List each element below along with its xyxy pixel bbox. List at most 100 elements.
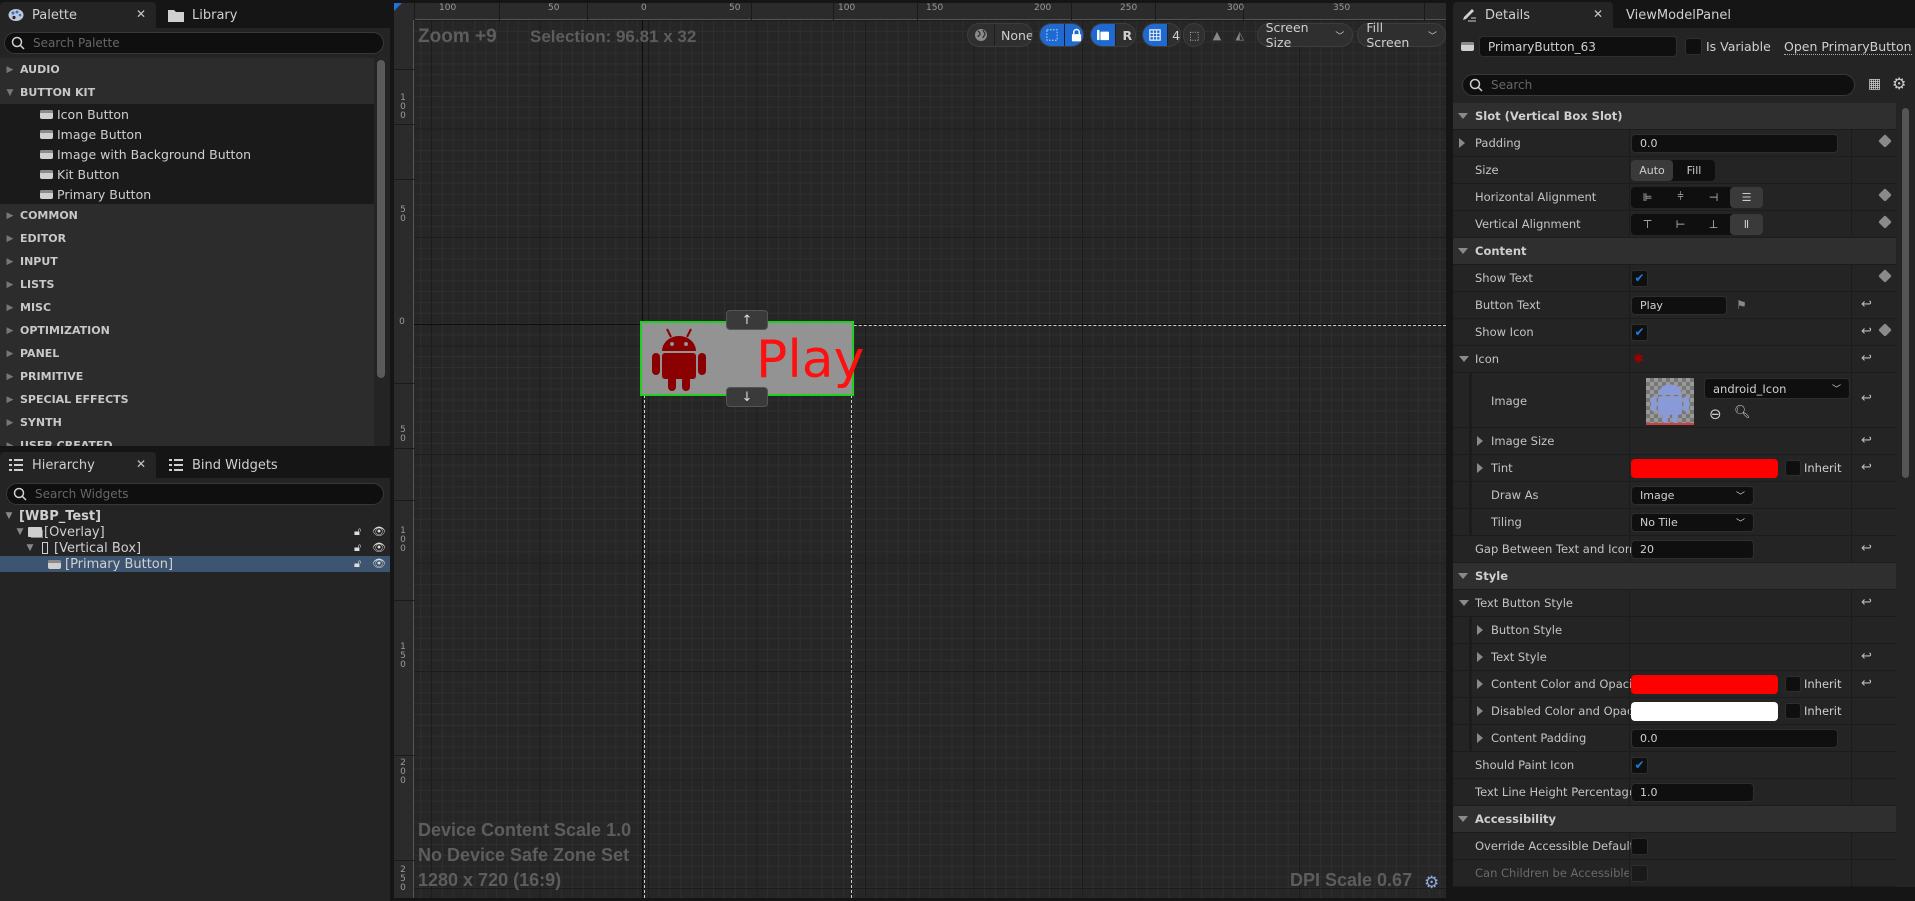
align-fill-horizontal-icon[interactable]: ☰ [1730, 186, 1763, 208]
palette-search-input[interactable]: Search Palette [4, 32, 384, 54]
lock-toggle-button[interactable] [1064, 24, 1084, 46]
line-height-input[interactable]: 1.0 [1631, 782, 1754, 802]
designer-grid[interactable] [414, 20, 1446, 898]
visibility-eye-icon[interactable]: 👁︎ [372, 557, 386, 570]
content-color-swatch[interactable] [1631, 674, 1778, 694]
palette-item-image-button[interactable]: Image Button [0, 124, 374, 144]
reset-to-default-icon[interactable]: ↩ [1861, 541, 1872, 556]
palette-category-panel[interactable]: ▶ PANEL [0, 342, 374, 365]
tint-inherit-checkbox[interactable] [1785, 460, 1801, 476]
use-selected-asset-icon[interactable]: ⊖ [1709, 405, 1722, 423]
add-keyframe-icon[interactable] [1878, 134, 1892, 148]
designer-viewport[interactable]: 100 50 0 50 100 150 200 250 300 350 100 … [394, 3, 1446, 898]
size-fill-option[interactable]: Fill [1673, 160, 1715, 181]
pick-widget-button[interactable]: ⬚ [1183, 23, 1206, 47]
close-icon[interactable]: ✕ [136, 457, 146, 471]
align-middle-icon[interactable]: ⊢ [1664, 214, 1697, 235]
disabled-color-inherit-checkbox[interactable] [1785, 703, 1801, 719]
collapse-arrow-icon[interactable]: ▼ [14, 527, 26, 537]
disabled-color-swatch[interactable] [1631, 701, 1778, 721]
palette-item-kit-button[interactable]: Kit Button [0, 164, 374, 184]
palette-category-input[interactable]: ▶ INPUT [0, 250, 374, 273]
move-down-handle[interactable]: ↓ [726, 387, 768, 407]
palette-item-icon-button[interactable]: Icon Button [0, 104, 374, 124]
unlock-icon[interactable]: 🔓︎ [354, 557, 361, 571]
outline-toggle-button[interactable] [1091, 24, 1116, 46]
expand-arrow-icon[interactable] [1477, 455, 1483, 481]
palette-category-editor[interactable]: ▶ EDITOR [0, 227, 374, 250]
content-color-inherit-checkbox[interactable] [1785, 676, 1801, 692]
collapse-arrow-icon[interactable] [1459, 346, 1469, 372]
section-content[interactable]: Content [1453, 238, 1896, 265]
tab-palette[interactable]: Palette ✕ [0, 2, 156, 28]
visibility-eye-icon[interactable]: 👁︎ [372, 525, 386, 538]
palette-category-optimization[interactable]: ▶ OPTIMIZATION [0, 319, 374, 342]
align-left-icon[interactable]: ⊫ [1631, 187, 1664, 208]
background-image-button[interactable]: ▲ [1206, 23, 1228, 47]
align-right-icon[interactable]: ⊣ [1697, 187, 1730, 208]
details-search-input[interactable]: Search [1462, 74, 1855, 96]
palette-category-audio[interactable]: ▶ AUDIO [0, 58, 374, 81]
collapse-arrow-icon[interactable]: ▼ [24, 543, 36, 553]
palette-category-special-effects[interactable]: ▶ SPECIAL EFFECTS [0, 388, 374, 411]
expand-arrow-icon[interactable] [1459, 130, 1465, 156]
palette-category-misc[interactable]: ▶ MISC [0, 296, 374, 319]
settings-gear-icon[interactable]: ⚙ [1892, 74, 1906, 93]
reset-to-default-icon[interactable]: ↩ [1861, 460, 1872, 475]
unlock-icon[interactable]: 🔓︎ [354, 541, 361, 555]
unlock-icon[interactable]: 🔓︎ [354, 525, 361, 539]
palette-category-synth[interactable]: ▶ SYNTH [0, 411, 374, 434]
align-center-icon[interactable]: ⫩ [1664, 187, 1697, 208]
palette-item-primary-button[interactable]: Primary Button [0, 184, 374, 204]
browse-asset-icon[interactable]: 🔍︎ [1734, 405, 1751, 420]
palette-category-primitive[interactable]: ▶ PRIMITIVE [0, 365, 374, 388]
localization-flag-icon[interactable]: ⚑ [1736, 298, 1747, 312]
expand-arrow-icon[interactable] [1477, 644, 1483, 670]
align-fill-vertical-icon[interactable]: Ⅱ [1730, 213, 1763, 235]
align-top-icon[interactable]: ⊤ [1631, 214, 1664, 235]
details-scrollbar[interactable] [1902, 108, 1909, 478]
respect-locks-button[interactable]: R [1115, 24, 1134, 46]
section-style[interactable]: Style [1453, 563, 1896, 590]
palette-category-user-created[interactable]: ▶ USER CREATED [0, 434, 374, 446]
expand-arrow-icon[interactable] [1477, 617, 1483, 643]
add-keyframe-icon[interactable] [1878, 215, 1892, 229]
image-asset-dropdown[interactable]: android_Icon ﹀ [1704, 378, 1850, 399]
tree-node-primary-button[interactable]: [Primary Button] 🔓︎ 👁︎ [0, 556, 390, 572]
close-icon[interactable]: ✕ [136, 7, 146, 21]
collapse-arrow-icon[interactable] [1459, 590, 1469, 616]
reset-to-default-icon[interactable]: ↩ [1861, 433, 1872, 448]
padding-input[interactable]: 0.0 [1631, 133, 1838, 153]
add-keyframe-icon[interactable] [1878, 269, 1892, 283]
tab-details[interactable]: Details ✕ [1453, 2, 1613, 28]
screen-size-dropdown[interactable]: Screen Size ﹀ [1256, 20, 1354, 50]
expand-arrow-icon[interactable] [1477, 698, 1483, 724]
expand-arrow-icon[interactable] [1477, 725, 1483, 751]
palette-category-lists[interactable]: ▶ LISTS [0, 273, 374, 296]
expand-arrow-icon[interactable] [1477, 671, 1483, 697]
palette-category-common[interactable]: ▶ COMMON [0, 204, 374, 227]
tab-hierarchy[interactable]: Hierarchy ✕ [0, 452, 156, 478]
open-primarybutton-link[interactable]: Open PrimaryButton [1784, 39, 1912, 55]
tree-node-vertical-box[interactable]: ▼ [Vertical Box] 🔓︎ 👁︎ [0, 540, 390, 556]
property-matrix-icon[interactable]: ▦ [1868, 76, 1881, 92]
visibility-eye-icon[interactable]: 👁︎ [372, 541, 386, 554]
reset-to-default-icon[interactable]: ↩ [1861, 595, 1872, 610]
collapse-arrow-icon[interactable]: ▼ [3, 511, 15, 521]
content-padding-input[interactable]: 0.0 [1631, 728, 1838, 748]
draw-as-dropdown[interactable]: Image ﹀ [1631, 485, 1754, 505]
grid-snap-toggle[interactable] [1142, 24, 1167, 46]
reset-to-default-icon[interactable]: ↩ [1861, 297, 1872, 312]
close-icon[interactable]: ✕ [1593, 7, 1603, 21]
move-up-handle[interactable]: ↑ [726, 310, 768, 330]
size-auto-option[interactable]: Auto [1631, 159, 1673, 181]
tint-color-swatch[interactable] [1631, 458, 1778, 478]
reset-to-default-icon[interactable]: ↩ [1861, 324, 1872, 339]
localization-preview-dropdown[interactable]: None [967, 23, 1034, 47]
add-keyframe-icon[interactable] [1878, 188, 1892, 202]
grid-snap-value[interactable]: 4 [1166, 24, 1181, 46]
reset-to-default-icon[interactable]: ↩ [1861, 676, 1872, 691]
show-icon-checkbox[interactable]: ✔ [1631, 323, 1648, 341]
palette-item-image-with-background-button[interactable]: Image with Background Button [0, 144, 374, 164]
palette-scrollbar[interactable] [377, 60, 385, 378]
